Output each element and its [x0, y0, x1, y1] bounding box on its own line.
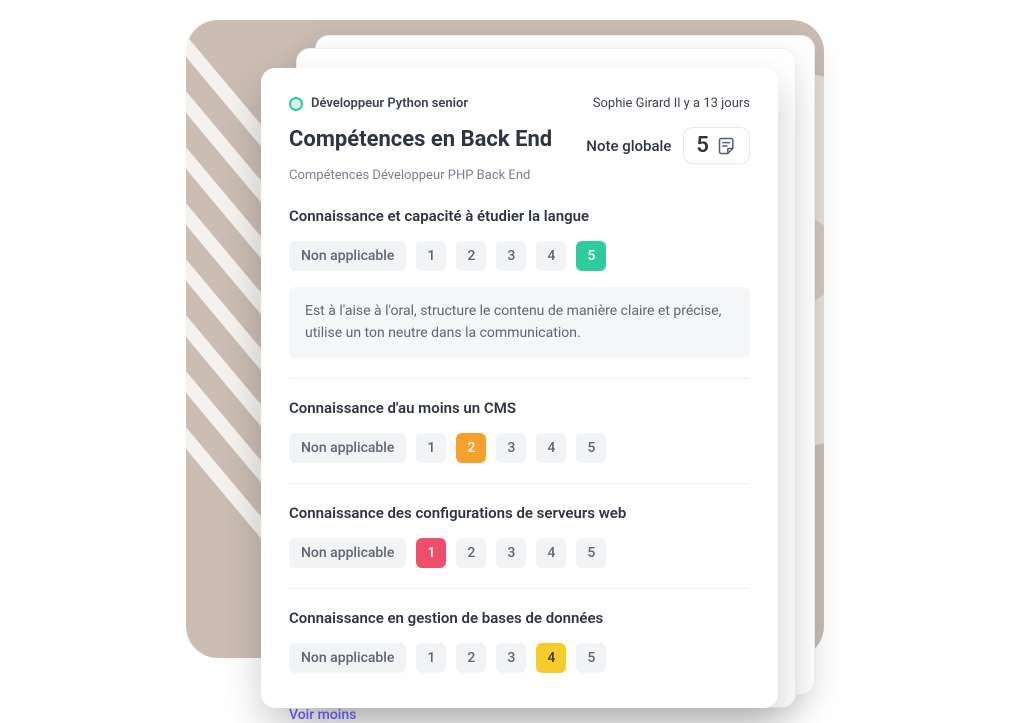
rating-2[interactable]: 2 — [456, 433, 486, 463]
rating-1[interactable]: 1 — [416, 538, 446, 568]
rating-2[interactable]: 2 — [456, 241, 486, 271]
rating-na[interactable]: Non applicable — [289, 538, 406, 568]
criterion-section: Connaissance en gestion de bases de donn… — [289, 609, 750, 693]
global-score-value: 5 — [696, 133, 709, 158]
rating-2[interactable]: 2 — [456, 643, 486, 673]
criterion-title: Connaissance d'au moins un CMS — [289, 399, 750, 417]
rating-row: Non applicable 12345 — [289, 643, 750, 673]
criterion-section: Connaissance et capacité à étudier la la… — [289, 207, 750, 379]
rating-5[interactable]: 5 — [576, 538, 606, 568]
rating-3[interactable]: 3 — [496, 433, 526, 463]
rating-4[interactable]: 4 — [536, 241, 566, 271]
criterion-note: Est à l'aise à l'oral, structure le cont… — [289, 287, 750, 358]
global-score-box[interactable]: 5 — [683, 127, 750, 164]
rating-5[interactable]: 5 — [576, 433, 606, 463]
section-title: Compétences en Back End — [289, 127, 552, 152]
rating-row: Non applicable 12345 — [289, 538, 750, 568]
rating-2[interactable]: 2 — [456, 538, 486, 568]
criterion-section: Connaissance des configurations de serve… — [289, 504, 750, 589]
section-subtitle: Compétences Développeur PHP Back End — [289, 168, 750, 183]
rating-row: Non applicable 12345 — [289, 433, 750, 463]
rating-3[interactable]: 3 — [496, 538, 526, 568]
rating-4[interactable]: 4 — [536, 643, 566, 673]
author-name: Sophie Girard — [593, 96, 671, 111]
status-indicator-icon — [289, 97, 303, 111]
criterion-title: Connaissance et capacité à étudier la la… — [289, 207, 750, 225]
criterion-title: Connaissance des configurations de serve… — [289, 504, 750, 522]
note-icon — [717, 136, 737, 156]
global-score-label: Note globale — [586, 137, 671, 155]
scorecard: Développeur Python senior Sophie Girard … — [261, 68, 778, 708]
rating-3[interactable]: 3 — [496, 643, 526, 673]
rating-row: Non applicable 12345 — [289, 241, 750, 271]
rating-1[interactable]: 1 — [416, 433, 446, 463]
criterion-title: Connaissance en gestion de bases de donn… — [289, 609, 750, 627]
relative-time: Il y a 13 jours — [674, 96, 750, 111]
rating-4[interactable]: 4 — [536, 538, 566, 568]
job-title: Développeur Python senior — [311, 96, 468, 111]
criterion-section: Connaissance d'au moins un CMS Non applic… — [289, 399, 750, 484]
rating-na[interactable]: Non applicable — [289, 643, 406, 673]
rating-1[interactable]: 1 — [416, 643, 446, 673]
rating-1[interactable]: 1 — [416, 241, 446, 271]
rating-na[interactable]: Non applicable — [289, 241, 406, 271]
author-meta: Sophie Girard Il y a 13 jours — [593, 96, 750, 111]
rating-3[interactable]: 3 — [496, 241, 526, 271]
rating-4[interactable]: 4 — [536, 433, 566, 463]
rating-5[interactable]: 5 — [576, 643, 606, 673]
rating-na[interactable]: Non applicable — [289, 433, 406, 463]
rating-5[interactable]: 5 — [576, 241, 606, 271]
